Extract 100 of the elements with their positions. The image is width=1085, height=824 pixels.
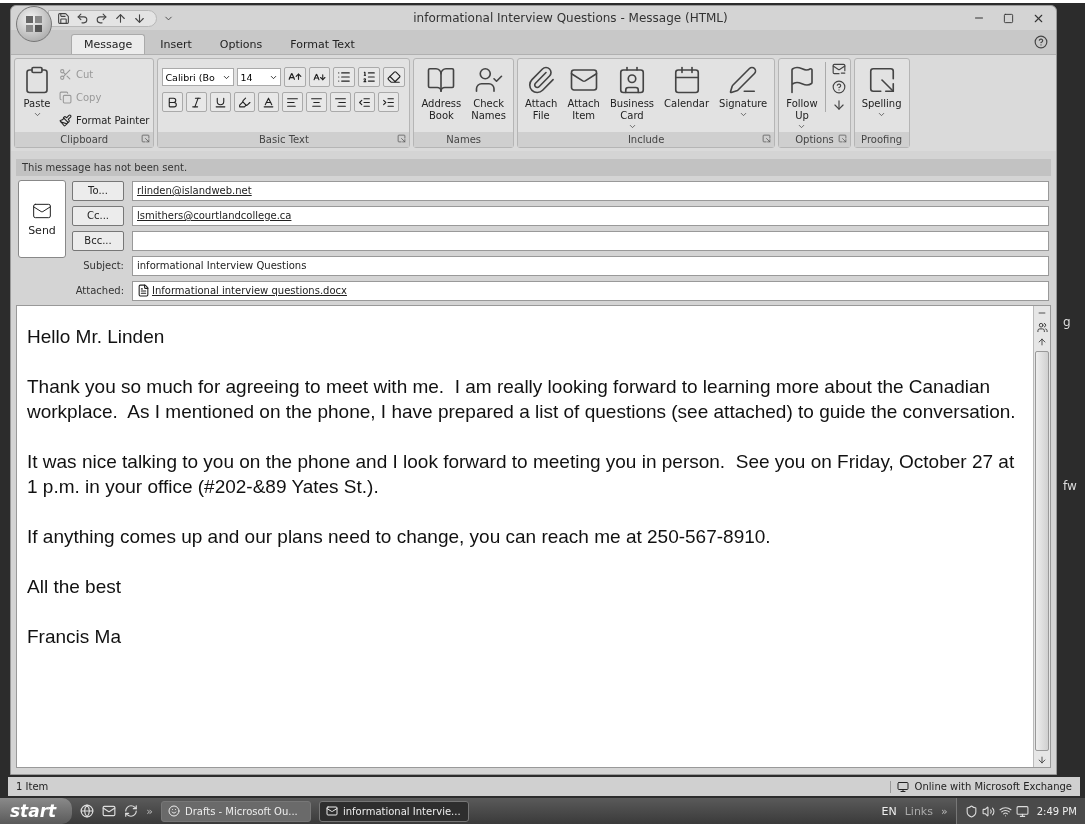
next-item-icon[interactable] xyxy=(133,11,146,25)
document-icon xyxy=(137,284,150,297)
send-button[interactable]: Send xyxy=(18,180,66,258)
bold-button[interactable] xyxy=(162,92,184,112)
font-color-icon xyxy=(262,95,276,109)
eraser-icon xyxy=(387,70,402,84)
mail-icon[interactable] xyxy=(102,804,117,818)
save-icon[interactable] xyxy=(57,11,70,25)
styles-button[interactable] xyxy=(383,67,406,87)
caret-icon xyxy=(797,122,807,131)
ribbon-tab[interactable]: Options xyxy=(206,34,276,54)
address-button[interactable]: Cc... xyxy=(72,205,124,226)
caret-icon xyxy=(738,110,748,119)
highlight-button[interactable] xyxy=(234,92,256,112)
dialog-launcher-icon[interactable] xyxy=(762,134,772,143)
group-label: Names xyxy=(446,134,482,145)
dialog-launcher-icon[interactable] xyxy=(141,134,151,143)
envelope-icon[interactable] xyxy=(831,62,846,76)
ribbon-button[interactable]: Format Painter xyxy=(59,110,150,130)
ribbon-button[interactable]: Follow Up xyxy=(783,62,821,131)
language-indicator[interactable]: EN xyxy=(881,804,897,818)
font-size-dropdown[interactable]: 14 xyxy=(237,68,282,86)
address-book-icon xyxy=(426,65,457,95)
underline-button[interactable] xyxy=(210,92,232,112)
undo-icon[interactable] xyxy=(76,11,89,25)
group-label: Proofing xyxy=(861,134,903,145)
ribbon-tab[interactable]: Format Text xyxy=(277,34,368,54)
taskbar-button[interactable]: informational Intervie... xyxy=(318,800,469,822)
numbering-button[interactable] xyxy=(358,67,381,87)
italic-button[interactable] xyxy=(186,92,208,112)
font-color-button[interactable] xyxy=(258,92,280,112)
subject-field[interactable]: informational Interview Questions xyxy=(132,255,1049,276)
body-paragraph: Thank you so much for agreeing to meet with me. I am really looking forward to learning more about the Canadian workplace. As I mentioned on the phone, I have prepared a list of questions (see attached) to guide the conversation. xyxy=(27,375,1017,424)
decrease-indent-button[interactable] xyxy=(354,92,376,112)
font-name-dropdown[interactable]: Calibri (Bo xyxy=(162,68,235,86)
ribbon-button[interactable]: Check Names xyxy=(468,62,509,122)
start-button[interactable]: start xyxy=(0,798,73,824)
signature-icon xyxy=(728,65,759,95)
dialog-launcher-icon[interactable] xyxy=(837,134,847,143)
office-button[interactable] xyxy=(16,6,52,42)
highlighter-icon xyxy=(238,95,252,109)
body-paragraph: It was nice talking to you on the phone and I look forward to meeting you in person. See you on Friday, October 27 at 1 p.m. in your office (#202-&89 Yates St.). xyxy=(27,450,1016,499)
ribbon-button[interactable]: Attach Item xyxy=(564,62,603,122)
envelope-icon xyxy=(32,201,52,221)
maximize-icon[interactable] xyxy=(1003,12,1014,24)
ribbon-tab[interactable]: Message xyxy=(71,34,146,54)
previous-item-icon[interactable] xyxy=(114,11,127,25)
decrease-indent-icon xyxy=(358,95,372,109)
address-button[interactable]: Bcc... xyxy=(72,230,124,251)
sync-icon[interactable] xyxy=(124,804,139,818)
monitor-icon[interactable] xyxy=(1015,804,1029,818)
group-label: Basic Text xyxy=(259,134,309,145)
links-toolbar[interactable]: Links xyxy=(904,804,933,818)
app-icon xyxy=(167,805,180,817)
paste-button[interactable]: Paste xyxy=(19,62,55,119)
ribbon-button[interactable]: Spelling xyxy=(858,62,905,119)
address-field[interactable]: rlinden@islandweb.net xyxy=(132,180,1049,201)
shield-icon[interactable] xyxy=(964,804,978,818)
scroll-up-icon[interactable] xyxy=(1037,337,1047,347)
group-label: Clipboard xyxy=(60,134,109,145)
grow-font-button[interactable] xyxy=(284,67,307,87)
volume-icon[interactable] xyxy=(981,804,995,818)
address-field[interactable]: lsmithers@courtlandcollege.ca xyxy=(132,205,1049,226)
shrink-font-button[interactable] xyxy=(309,67,331,87)
align-left-button[interactable] xyxy=(282,92,304,112)
field-label: Subject: xyxy=(82,260,124,271)
scrollbar[interactable] xyxy=(1033,306,1050,767)
browser-icon[interactable] xyxy=(80,804,95,818)
help-icon[interactable] xyxy=(1034,35,1048,49)
attachment-link[interactable]: Informational interview questions.docx xyxy=(152,285,347,296)
ribbon-button[interactable]: Business Card xyxy=(606,62,658,131)
address-button[interactable]: To... xyxy=(72,180,124,201)
bullets-button[interactable] xyxy=(333,67,356,87)
chevron[interactable]: » xyxy=(146,804,153,818)
network-icon[interactable] xyxy=(998,804,1012,818)
scroll-thumb[interactable] xyxy=(1035,351,1049,751)
align-right-button[interactable] xyxy=(330,92,352,112)
people-icon[interactable] xyxy=(1036,322,1048,333)
dialog-launcher-icon[interactable] xyxy=(397,134,407,143)
item-count: 1 Item xyxy=(16,781,49,792)
align-center-icon xyxy=(310,95,324,109)
office-logo-icon xyxy=(24,14,44,34)
ribbon-button[interactable]: Calendar xyxy=(661,62,713,110)
low-importance-icon[interactable] xyxy=(831,98,846,112)
field-label: Attached: xyxy=(74,285,124,296)
taskbar-button[interactable]: Drafts - Microsoft Ou... xyxy=(160,800,311,822)
scroll-down-icon[interactable] xyxy=(1037,755,1047,765)
ribbon-button[interactable]: Address Book xyxy=(418,62,465,122)
ribbon-button[interactable]: Attach File xyxy=(522,62,561,122)
copy-icon xyxy=(59,90,72,104)
ribbon-button[interactable]: Signature xyxy=(716,62,771,119)
connection-status: Online with Microsoft Exchange xyxy=(914,781,1072,792)
redo-icon[interactable] xyxy=(95,11,108,25)
caret-icon xyxy=(32,110,42,119)
align-left-icon xyxy=(286,95,300,109)
ribbon-tab[interactable]: Insert xyxy=(147,34,205,54)
address-field[interactable] xyxy=(132,230,1049,251)
chevron[interactable]: » xyxy=(940,804,948,818)
align-center-button[interactable] xyxy=(306,92,328,112)
increase-indent-button[interactable] xyxy=(378,92,400,112)
